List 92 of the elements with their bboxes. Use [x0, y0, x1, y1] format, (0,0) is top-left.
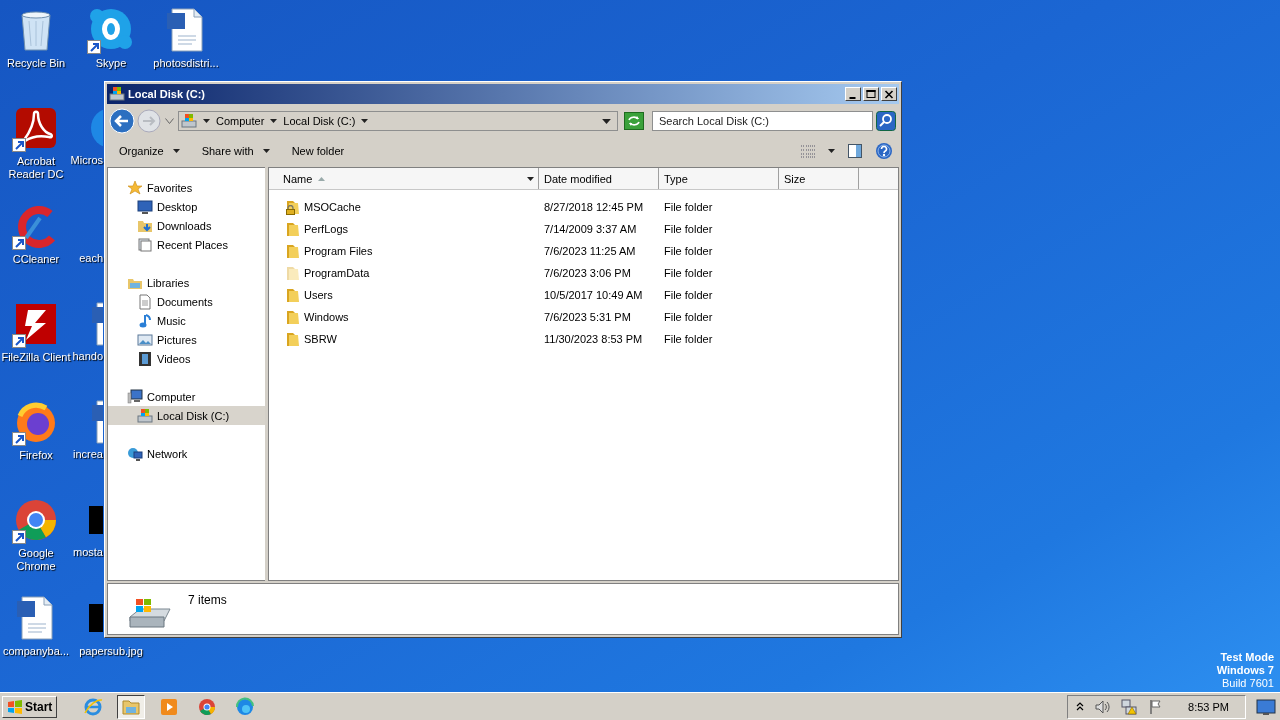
show-desktop-icon[interactable] [1256, 697, 1276, 716]
modified-date: 7/6/2023 5:31 PM [543, 311, 632, 323]
file-type: File folder [663, 201, 714, 213]
refresh-button[interactable] [624, 112, 644, 130]
file-name[interactable]: PerfLogs [304, 223, 349, 235]
drive-icon [137, 407, 153, 424]
clock[interactable]: 8:53 PM [1188, 700, 1229, 713]
icon-label[interactable]: FileZilla Client [0, 351, 72, 364]
recent-places-icon [137, 236, 153, 253]
caret-icon [270, 119, 278, 123]
minimize-button[interactable] [845, 87, 861, 101]
breadcrumb[interactable]: Computer [216, 115, 265, 127]
search-icon[interactable] [876, 111, 896, 131]
window-title: Local Disk (C:) [128, 88, 206, 100]
modified-date: 8/27/2018 12:45 PM [543, 201, 645, 213]
nav-item[interactable]: Pictures [108, 330, 265, 349]
file-name[interactable]: MSOCache [304, 201, 361, 213]
drive-icon [126, 597, 174, 631]
column-header[interactable]: Date modified [539, 168, 659, 189]
column-header[interactable]: Type [659, 168, 779, 189]
column-header[interactable]: Size [779, 168, 859, 189]
modified-date: 7/6/2023 3:06 PM [543, 267, 632, 279]
address-dropdown-icon[interactable] [602, 118, 611, 124]
file-type: File folder [663, 311, 714, 323]
music-note-icon [137, 312, 153, 329]
chevron-up-icon[interactable] [1076, 702, 1085, 711]
breadcrumb[interactable]: Local Disk (C:) [283, 115, 356, 127]
nav-item[interactable]: Computer [108, 387, 265, 406]
nav-item[interactable]: Desktop [108, 197, 265, 216]
back-button[interactable] [109, 108, 135, 134]
modified-date: 10/5/2017 10:49 AM [543, 289, 644, 301]
toolbar-button[interactable]: Organize [111, 139, 188, 163]
modified-date: 7/6/2023 11:25 AM [543, 245, 637, 257]
monitor-icon [137, 198, 153, 215]
caret-icon [203, 119, 210, 123]
help-icon[interactable] [875, 142, 893, 160]
file-name[interactable]: SBRW [304, 333, 337, 345]
nav-item[interactable]: Documents [108, 292, 265, 311]
icon-label[interactable]: papersub.jpg [75, 645, 147, 658]
file-name[interactable]: Program Files [304, 245, 373, 257]
media-player-icon [159, 696, 180, 717]
file-name[interactable]: Users [304, 289, 333, 301]
preview-pane-icon[interactable] [847, 143, 863, 159]
speaker-icon[interactable] [1094, 698, 1111, 715]
toolbar-button[interactable]: Share with [193, 139, 278, 163]
pictures-icon [137, 331, 153, 348]
modified-date: 11/30/2023 8:53 PM [543, 333, 644, 345]
file-type: File folder [663, 245, 714, 257]
star-icon [127, 179, 143, 196]
film-icon [137, 350, 153, 367]
start-button[interactable]: Start [2, 695, 58, 718]
nav-item[interactable]: Recent Places [108, 235, 265, 254]
modified-date: 7/14/2009 3:37 AM [543, 223, 638, 235]
file-type: File folder [663, 289, 714, 301]
drive-icon [181, 113, 197, 129]
file-name[interactable]: Windows [304, 311, 349, 323]
drive-icon [109, 86, 125, 102]
network-icon [127, 445, 143, 462]
recent-pages-button[interactable] [165, 118, 174, 124]
file-type: File folder [663, 223, 714, 235]
item-count: 7 items [188, 593, 227, 607]
search-field[interactable]: Search Local Disk (C:) [652, 111, 873, 131]
nav-item[interactable]: Videos [108, 349, 265, 368]
icon-label[interactable]: companyba... [0, 645, 72, 658]
icon-label[interactable]: Recycle Bin [0, 57, 72, 70]
file-type: File folder [663, 267, 714, 279]
file-name[interactable]: ProgramData [304, 267, 370, 279]
os-notice-text: Windows 7 [1216, 664, 1274, 677]
computer-icon [127, 388, 143, 405]
os-notice-text: Build 7601 [1222, 677, 1274, 690]
nav-item[interactable]: Libraries [108, 273, 265, 292]
document-icon [137, 293, 153, 310]
address-bar[interactable]: Computer Local Disk (C:) [178, 111, 618, 131]
caret-icon[interactable] [527, 176, 534, 181]
maximize-button[interactable] [863, 87, 879, 101]
taskbar-button[interactable] [117, 694, 146, 719]
windows-logo-icon [7, 699, 23, 714]
toolbar-button[interactable]: New folder [283, 139, 353, 163]
caret-icon[interactable] [828, 149, 835, 153]
column-header[interactable]: Name [269, 168, 539, 189]
close-button[interactable] [881, 87, 897, 101]
caret-icon [361, 119, 369, 123]
nav-item[interactable]: Music [108, 311, 265, 330]
nav-item[interactable]: Downloads [108, 216, 265, 235]
icon-label[interactable]: Skype [75, 57, 147, 70]
nav-item[interactable]: Favorites [108, 178, 265, 197]
nav-item[interactable]: Network [108, 444, 265, 463]
file-type: File folder [663, 333, 714, 345]
network-warning-icon[interactable] [1120, 698, 1139, 715]
icon-label[interactable]: photosdistri... [150, 57, 222, 70]
os-notice-text: Test Mode [1220, 651, 1274, 664]
nav-item[interactable]: Local Disk (C:) [108, 406, 265, 425]
